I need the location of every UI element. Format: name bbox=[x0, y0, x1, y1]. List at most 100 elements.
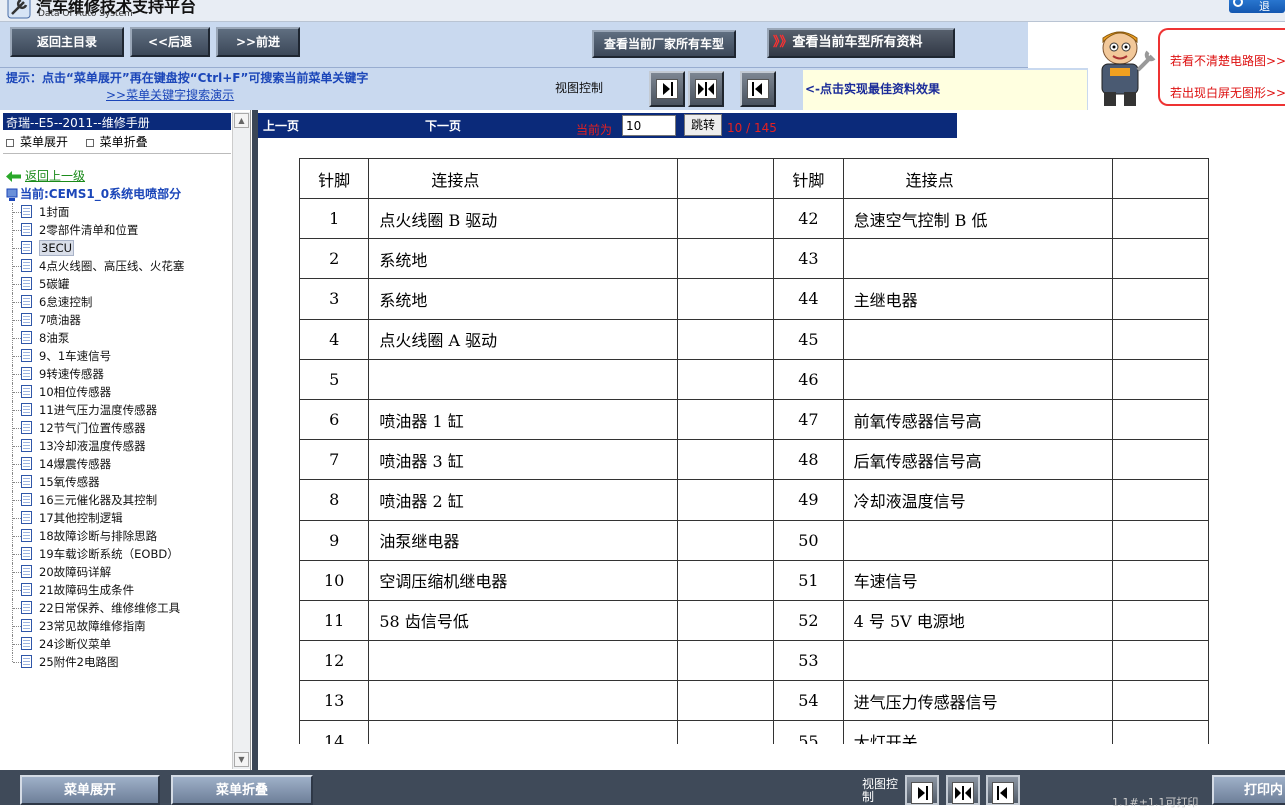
document-icon bbox=[21, 331, 32, 344]
tree-item-label: 22日常保养、维修维修工具 bbox=[39, 601, 181, 615]
table-cell bbox=[677, 640, 775, 682]
tree-item[interactable]: 14爆震传感器 bbox=[8, 455, 232, 473]
bottom-fit-both-button[interactable] bbox=[946, 775, 980, 805]
scroll-up-icon[interactable]: ▲ bbox=[234, 113, 249, 128]
tree-item[interactable]: 12节气门位置传感器 bbox=[8, 419, 232, 437]
forward-button[interactable]: >>前进 bbox=[216, 27, 300, 57]
tree-item[interactable]: 25附件2电路图 bbox=[8, 653, 232, 671]
tree-connector bbox=[13, 626, 21, 627]
document-icon bbox=[21, 547, 32, 560]
tree-item[interactable]: 20故障码详解 bbox=[8, 563, 232, 581]
tree-item[interactable]: 10相位传感器 bbox=[8, 383, 232, 401]
unclear-diagram-link[interactable]: 若看不清楚电路图>> bbox=[1170, 52, 1285, 69]
tree-item[interactable]: 6怠速控制 bbox=[8, 293, 232, 311]
expand-menu-link[interactable]: 菜单展开 bbox=[6, 135, 68, 149]
tree-connector bbox=[13, 662, 21, 663]
back-up-link[interactable]: 返回上一级 bbox=[6, 167, 85, 184]
tree-item-label: 14爆震传感器 bbox=[39, 457, 112, 471]
page-number-input[interactable] bbox=[622, 115, 676, 136]
tree-item[interactable]: 7喷油器 bbox=[8, 311, 232, 329]
table-cell: 54 bbox=[773, 680, 844, 722]
wrench-logo-icon bbox=[6, 0, 32, 20]
table-cell: 44 bbox=[773, 278, 844, 320]
collapse-menu-link[interactable]: 菜单折叠 bbox=[85, 135, 148, 149]
print-button[interactable]: 打印内 bbox=[1212, 775, 1285, 805]
tree-connector bbox=[13, 446, 21, 447]
table-cell: 3 bbox=[298, 278, 370, 320]
tree-item[interactable]: 21故障码生成条件 bbox=[8, 581, 232, 599]
bottom-fit-right-button[interactable] bbox=[905, 775, 939, 805]
table-cell bbox=[677, 398, 775, 441]
tree-item[interactable]: 24诊断仪菜单 bbox=[8, 635, 232, 653]
back-to-main-button[interactable]: 返回主目录 bbox=[10, 27, 124, 57]
tree-item[interactable]: 8油泵 bbox=[8, 329, 232, 347]
tree-item[interactable]: 9转速传感器 bbox=[8, 365, 232, 383]
table-cell: 系统地 bbox=[368, 278, 679, 320]
all-maker-models-button[interactable]: 查看当前厂家所有车型 bbox=[592, 30, 736, 58]
table-cell: 45 bbox=[773, 318, 844, 360]
document-icon bbox=[21, 205, 32, 218]
tree-item-label: 8油泵 bbox=[39, 331, 70, 345]
bottom-expand-button[interactable]: 菜单展开 bbox=[20, 775, 160, 805]
table-cell: 1 bbox=[298, 197, 370, 240]
current-node-label: 当前:CEMS1_0系统电喷部分 bbox=[20, 187, 182, 201]
sidebar-divider bbox=[3, 153, 231, 154]
document-viewport[interactable]: 针脚 连接点 针脚 连接点 1 点火线圈 B 驱动 42 怠速空气控制 B 低 2 系统地 43 3 系… bbox=[262, 140, 1285, 744]
table-cell bbox=[677, 278, 775, 320]
next-page-button[interactable]: 下一页 bbox=[425, 117, 461, 134]
tree-item[interactable]: 11进气压力温度传感器 bbox=[8, 401, 232, 419]
scroll-down-icon[interactable]: ▼ bbox=[234, 752, 249, 767]
tree-item[interactable]: 4点火线圈、高压线、火花塞 bbox=[8, 257, 232, 275]
table-cell bbox=[1112, 398, 1209, 441]
view-fit-right-button[interactable] bbox=[649, 71, 685, 107]
tree-item[interactable]: 16三元催化器及其控制 bbox=[8, 491, 232, 509]
tree-item[interactable]: 17其他控制逻辑 bbox=[8, 509, 232, 527]
table-cell bbox=[677, 519, 775, 561]
tree-item[interactable]: 23常见故障维修指南 bbox=[8, 617, 232, 635]
view-fit-both-button[interactable] bbox=[688, 71, 724, 107]
exit-button[interactable]: 退 bbox=[1229, 0, 1285, 13]
table-cell: 42 bbox=[773, 197, 844, 240]
jump-button[interactable]: 跳转 bbox=[684, 114, 722, 136]
table-cell: 47 bbox=[773, 398, 844, 441]
bottom-fit-left-button[interactable] bbox=[986, 775, 1020, 805]
blank-screen-link[interactable]: 若出现白屏无图形>> bbox=[1170, 84, 1285, 101]
tree-item[interactable]: 13冷却液温度传感器 bbox=[8, 437, 232, 455]
table-cell: 9 bbox=[298, 519, 370, 561]
tree-item-label: 21故障码生成条件 bbox=[39, 583, 135, 597]
tree-item[interactable]: 2零部件清单和位置 bbox=[8, 221, 232, 239]
table-cell: 后氧传感器信号高 bbox=[842, 439, 1114, 481]
table-cell: 46 bbox=[773, 358, 844, 400]
tree-item[interactable]: 1封面 bbox=[8, 203, 232, 221]
document-icon bbox=[21, 349, 32, 362]
bottom-collapse-button[interactable]: 菜单折叠 bbox=[171, 775, 313, 805]
tree-item[interactable]: 3ECU bbox=[8, 239, 232, 257]
tree-item[interactable]: 15氧传感器 bbox=[8, 473, 232, 491]
table-cell: 点火线圈 A 驱动 bbox=[368, 318, 679, 360]
document-icon bbox=[21, 619, 32, 632]
all-model-docs-button[interactable]: 》》查看当前车型所有资料 bbox=[767, 28, 955, 58]
tree-item[interactable]: 5碳罐 bbox=[8, 275, 232, 293]
tree-item[interactable]: 18故障诊断与排除思路 bbox=[8, 527, 232, 545]
table-cell: 车速信号 bbox=[842, 559, 1114, 601]
header-cell: 针脚 bbox=[298, 158, 370, 199]
header-cell bbox=[677, 158, 775, 199]
tree-item-label: 6怠速控制 bbox=[39, 295, 93, 309]
tree-item[interactable]: 19车载诊断系统（EOBD） bbox=[8, 545, 232, 563]
table-cell bbox=[368, 358, 679, 400]
search-demo-link[interactable]: >>菜单关键字搜索演示 bbox=[106, 86, 234, 103]
document-icon bbox=[21, 421, 32, 434]
tree-item[interactable]: 22日常保养、维修维修工具 bbox=[8, 599, 232, 617]
table-cell: 系统地 bbox=[368, 238, 679, 280]
table-row: 2 系统地 43 bbox=[298, 238, 1209, 280]
document-icon bbox=[21, 259, 32, 272]
tree-connector bbox=[13, 500, 21, 501]
tree-connector bbox=[13, 320, 21, 321]
prev-page-button[interactable]: 上一页 bbox=[263, 117, 299, 134]
table-cell bbox=[842, 519, 1114, 561]
view-control-label: 视图控制 bbox=[555, 81, 604, 95]
view-fit-left-button[interactable] bbox=[740, 71, 776, 107]
sidebar-scrollbar[interactable]: ▲ ▼ bbox=[232, 112, 250, 769]
back-button[interactable]: <<后退 bbox=[130, 27, 210, 57]
tree-item[interactable]: 9、1车速信号 bbox=[8, 347, 232, 365]
